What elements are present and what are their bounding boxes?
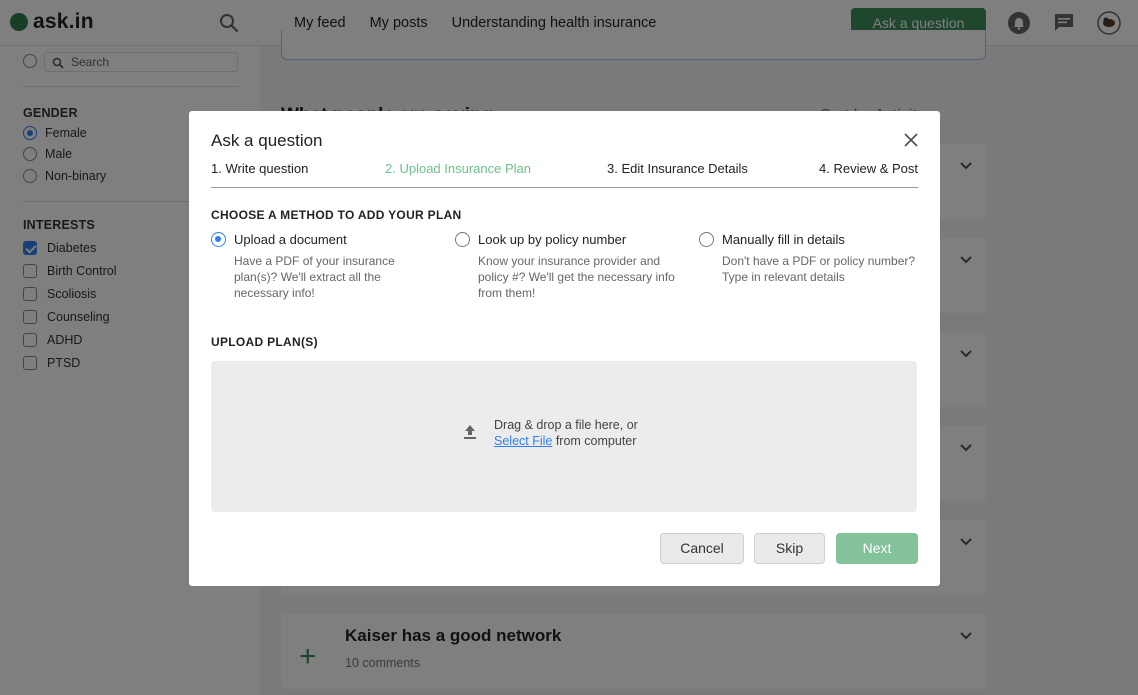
step-edit-insurance-details[interactable]: 3. Edit Insurance Details xyxy=(607,161,748,176)
select-file-link[interactable]: Select File xyxy=(494,434,552,448)
method-upload-document[interactable]: Upload a document Have a PDF of your ins… xyxy=(211,232,431,301)
step-upload-insurance-plan[interactable]: 2. Upload Insurance Plan xyxy=(385,161,531,176)
dropzone-text: Drag & drop a file here, or Select File … xyxy=(494,417,638,449)
radio[interactable] xyxy=(455,232,470,247)
cancel-button[interactable]: Cancel xyxy=(660,533,744,564)
next-button[interactable]: Next xyxy=(836,533,918,564)
dropzone-line2: Select File from computer xyxy=(494,433,638,449)
step-review-post[interactable]: 4. Review & Post xyxy=(819,161,918,176)
method-label: Upload a document xyxy=(234,232,347,247)
method-label: Manually fill in details xyxy=(722,232,845,247)
stepper: 1. Write question 2. Upload Insurance Pl… xyxy=(211,161,918,188)
method-lookup-policy[interactable]: Look up by policy number Know your insur… xyxy=(455,232,675,301)
dropzone-line1: Drag & drop a file here, or xyxy=(494,418,638,432)
step-write-question[interactable]: 1. Write question xyxy=(211,161,308,176)
upload-heading: UPLOAD PLAN(S) xyxy=(211,335,318,349)
dropzone-line2-rest: from computer xyxy=(552,434,637,448)
method-description: Know your insurance provider and policy … xyxy=(478,254,675,300)
ask-question-modal: Ask a question 1. Write question 2. Uplo… xyxy=(189,111,940,586)
upload-icon xyxy=(464,425,476,439)
method-description: Don't have a PDF or policy number? Type … xyxy=(722,254,916,284)
close-icon[interactable] xyxy=(902,131,920,149)
method-option[interactable]: Upload a document xyxy=(211,232,431,247)
radio[interactable] xyxy=(699,232,714,247)
method-manual-fill[interactable]: Manually fill in details Don't have a PD… xyxy=(699,232,919,285)
method-description: Have a PDF of your insurance plan(s)? We… xyxy=(234,254,395,300)
file-dropzone[interactable]: Drag & drop a file here, or Select File … xyxy=(211,361,917,512)
radio-selected[interactable] xyxy=(211,232,226,247)
method-option[interactable]: Look up by policy number xyxy=(455,232,675,247)
method-option[interactable]: Manually fill in details xyxy=(699,232,919,247)
method-label: Look up by policy number xyxy=(478,232,627,247)
method-heading: CHOOSE A METHOD TO ADD YOUR PLAN xyxy=(211,208,462,222)
skip-button[interactable]: Skip xyxy=(754,533,825,564)
modal-title: Ask a question xyxy=(211,131,323,150)
